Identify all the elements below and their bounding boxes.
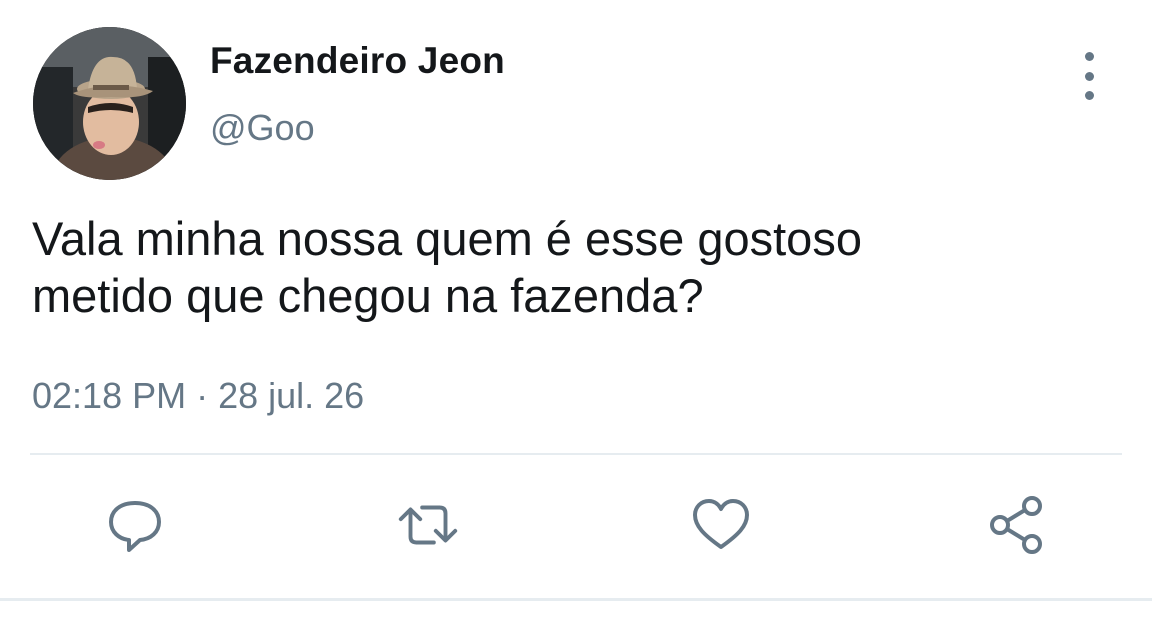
share-icon	[990, 496, 1042, 554]
retweet-icon	[398, 505, 458, 545]
heart-icon	[693, 499, 749, 549]
tweet-text: Vala minha nossa quem é esse gostoso met…	[32, 212, 862, 322]
reply-button[interactable]	[100, 490, 170, 560]
retweet-button[interactable]	[393, 490, 463, 560]
divider	[30, 453, 1122, 455]
avatar-photo	[33, 27, 186, 180]
tweet-card: Fazendeiro Jeon @Goo Vala minha nossa qu…	[0, 0, 1152, 618]
action-bar	[0, 490, 1152, 560]
user-handle[interactable]: @Goo	[210, 107, 315, 149]
more-options-button[interactable]	[1070, 52, 1108, 100]
reply-icon	[109, 501, 161, 552]
display-name[interactable]: Fazendeiro Jeon	[210, 40, 505, 82]
like-button[interactable]	[686, 490, 756, 560]
tweet-timestamp: 02:18 PM · 28 jul. 26	[32, 375, 365, 416]
bottom-divider	[0, 598, 1152, 601]
avatar[interactable]	[33, 27, 186, 180]
more-vertical-icon	[1084, 52, 1094, 61]
share-button[interactable]	[981, 490, 1051, 560]
